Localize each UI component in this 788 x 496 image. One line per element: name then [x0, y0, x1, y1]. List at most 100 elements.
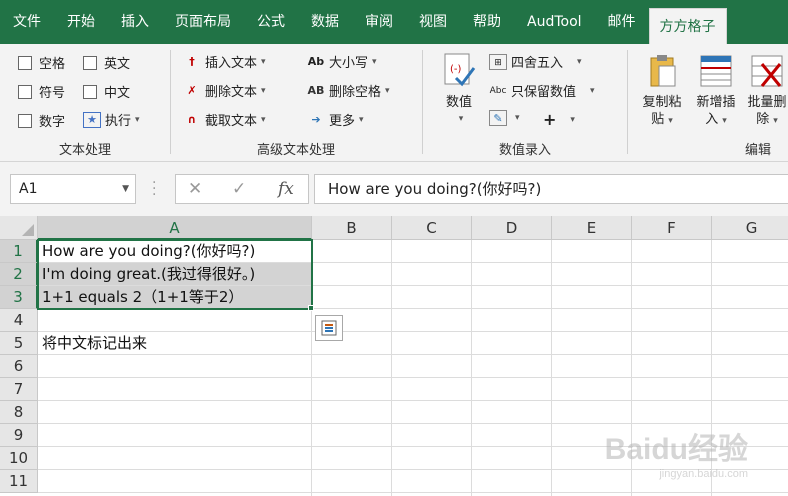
row-header-9[interactable]: 9: [0, 424, 38, 447]
insert-new-button[interactable]: 新增插 入 ▾: [690, 52, 742, 130]
more-button[interactable]: ➔ 更多 ▾: [307, 110, 363, 130]
formula-input[interactable]: How are you doing?(你好吗?): [314, 174, 788, 204]
function-icon[interactable]: fx: [278, 179, 294, 199]
checkbox-box[interactable]: [83, 84, 97, 99]
more-label: 更多: [329, 114, 356, 129]
fill-handle[interactable]: [308, 305, 314, 311]
chevron-down-icon: ▾: [261, 85, 266, 96]
copy-paste-label-2: 贴 ▾: [651, 112, 673, 127]
checkbox-number[interactable]: 数字: [18, 111, 65, 130]
row-header-1[interactable]: 1: [0, 240, 38, 263]
extract-text-button[interactable]: ∩ 截取文本 ▾: [183, 110, 266, 130]
watermark-sub: jingyan.baidu.com: [659, 468, 748, 480]
checkbox-box[interactable]: [83, 55, 97, 70]
keep-number-label: 只保留数值: [511, 85, 577, 100]
checkbox-english[interactable]: 英文: [83, 53, 130, 72]
column-header-c[interactable]: C: [392, 216, 472, 240]
delete-text-button[interactable]: ✗ 删除文本 ▾: [183, 81, 266, 101]
tab-mail[interactable]: 邮件: [595, 0, 649, 44]
batch-delete-label-1: 批量删: [747, 95, 787, 110]
checkbox-label: 符号: [39, 86, 66, 101]
insert-new-label-1: 新增插: [696, 95, 736, 110]
column-header-d[interactable]: D: [472, 216, 552, 240]
column-header-g[interactable]: G: [712, 216, 788, 240]
edit-check-button[interactable]: ✎ ▾: [489, 110, 520, 126]
tab-formulas[interactable]: 公式: [244, 0, 298, 44]
grid-line: [38, 492, 788, 493]
insert-new-label-2: 入 ▾: [705, 112, 727, 127]
tab-file[interactable]: 文件: [0, 0, 54, 44]
checkbox-space[interactable]: 空格: [18, 53, 65, 72]
batch-delete-button[interactable]: 批量删 除 ▾: [742, 52, 788, 130]
checkbox-box[interactable]: [18, 113, 32, 128]
checkbox-symbol[interactable]: 符号: [18, 82, 65, 101]
insert-text-button[interactable]: † 插入文本 ▾: [183, 52, 266, 72]
confirm-icon[interactable]: ✓: [232, 179, 246, 199]
column-header-b[interactable]: B: [312, 216, 392, 240]
group-label: 高级文本处理: [256, 143, 335, 158]
copy-paste-button[interactable]: 复制粘 贴 ▾: [634, 52, 690, 130]
more-options-icon[interactable]: · · ·: [152, 176, 156, 202]
spreadsheet-grid: A B C D E F G 1 2 3 4 5 6 7 8 9 10 11 Ho…: [0, 216, 788, 496]
cancel-icon[interactable]: ✕: [188, 179, 202, 199]
row-header-11[interactable]: 11: [0, 470, 38, 493]
tab-audtool[interactable]: AudTool: [514, 0, 595, 44]
execute-label: 执行: [105, 114, 132, 129]
column-header-f[interactable]: F: [632, 216, 712, 240]
round-button[interactable]: ⊞ 四舍五入 ▾: [489, 52, 582, 71]
chevron-down-icon: ▾: [515, 113, 520, 123]
row-header-10[interactable]: 10: [0, 447, 38, 470]
batch-delete-label-2: 除 ▾: [756, 112, 778, 127]
grid-line: [551, 240, 552, 496]
row-header-8[interactable]: 8: [0, 401, 38, 424]
grid-line: [391, 240, 392, 496]
tab-fangfang[interactable]: 方方格子: [648, 8, 727, 44]
row-header-7[interactable]: 7: [0, 378, 38, 401]
plus-button[interactable]: + ▾: [543, 110, 575, 129]
grid-line: [38, 377, 788, 378]
text-case-icon: Ab: [307, 54, 325, 68]
checkbox-box[interactable]: [18, 55, 32, 70]
chevron-down-icon[interactable]: ▼: [122, 175, 129, 203]
tab-data[interactable]: 数据: [298, 0, 352, 44]
tab-insert[interactable]: 插入: [108, 0, 162, 44]
number-button[interactable]: (-) 数值 ▾: [435, 52, 483, 128]
name-box[interactable]: A1 ▼: [10, 174, 136, 204]
execute-button[interactable]: ★ 执行 ▾: [83, 110, 140, 129]
select-all-button[interactable]: [0, 216, 38, 240]
tab-view[interactable]: 视图: [406, 0, 460, 44]
row-header-3[interactable]: 3: [0, 286, 38, 309]
chevron-down-icon: ▾: [458, 114, 464, 124]
quick-analysis-button[interactable]: [315, 315, 343, 341]
cell-a5[interactable]: 将中文标记出来: [42, 332, 147, 355]
checkbox-chinese[interactable]: 中文: [83, 82, 130, 101]
tab-page-layout[interactable]: 页面布局: [162, 0, 244, 44]
grid-line: [38, 331, 788, 332]
tab-help[interactable]: 帮助: [460, 0, 514, 44]
delete-space-label: 删除空格: [329, 85, 382, 100]
keep-number-button[interactable]: Abc 只保留数值 ▾: [489, 81, 595, 100]
grid-line: [471, 240, 472, 496]
tab-home[interactable]: 开始: [54, 0, 108, 44]
checkbox-label: 中文: [104, 86, 131, 101]
number-check-icon: (-): [442, 52, 476, 90]
row-header-2[interactable]: 2: [0, 263, 38, 286]
delete-space-button[interactable]: AB 删除空格 ▾: [307, 81, 390, 101]
case-button[interactable]: Ab 大小写 ▾: [307, 52, 377, 72]
column-header-a[interactable]: A: [38, 216, 312, 240]
column-header-e[interactable]: E: [552, 216, 632, 240]
formula-controls: ✕ ✓ fx: [175, 174, 309, 204]
extract-text-icon: ∩: [187, 112, 197, 126]
tab-review[interactable]: 审阅: [352, 0, 406, 44]
plus-icon: +: [543, 110, 557, 129]
number-label: 数值: [445, 95, 472, 110]
checkbox-box[interactable]: [18, 84, 32, 99]
chevron-down-icon: ▾: [372, 56, 377, 67]
row-header-5[interactable]: 5: [0, 332, 38, 355]
chevron-down-icon: ▾: [570, 114, 575, 125]
grid-line: [38, 400, 788, 401]
group-label: 数值录入: [498, 143, 551, 158]
row-header-6[interactable]: 6: [0, 355, 38, 378]
chevron-down-icon: ▾: [261, 56, 266, 67]
row-header-4[interactable]: 4: [0, 309, 38, 332]
